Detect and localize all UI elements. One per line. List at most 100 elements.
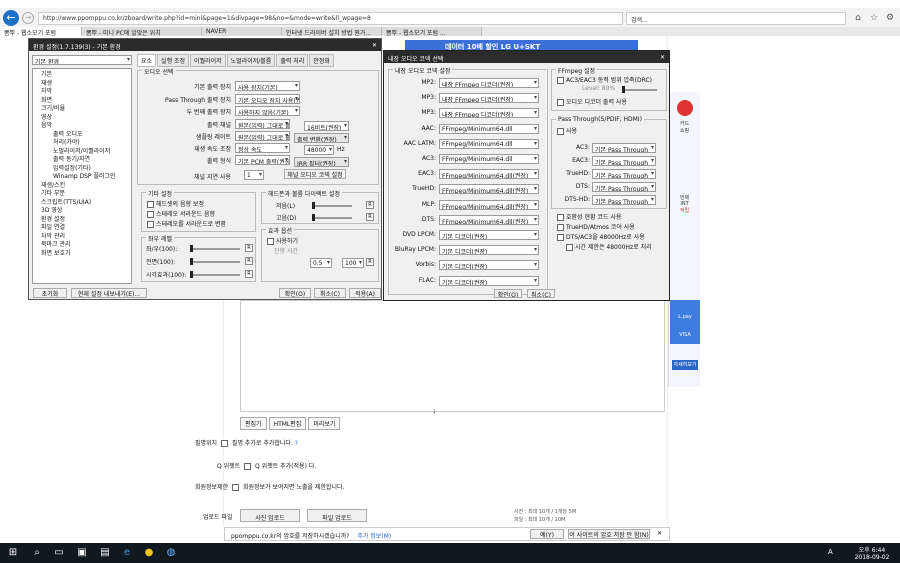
bass-reset-button[interactable]: R bbox=[366, 201, 374, 209]
browser-tab-2[interactable]: NAVER bbox=[202, 27, 282, 36]
decoder-row-select[interactable]: FFmpeg/Minimum64.dll bbox=[439, 123, 539, 134]
ffmpeg-level-slider[interactable] bbox=[622, 86, 657, 93]
task-view-icon[interactable]: ▭ bbox=[52, 546, 66, 560]
browser-tab-0[interactable]: 뽐뿌 - 웹소모기 포럼 bbox=[0, 27, 82, 36]
favorites-star-icon[interactable]: ☆ bbox=[868, 12, 880, 24]
setting-row-select[interactable]: 정상 속도 bbox=[235, 143, 290, 153]
decoder-row-select[interactable]: 기본 디코더(권장) bbox=[439, 245, 539, 256]
other-item-2[interactable]: 스테레오를 서라운드로 변환 bbox=[145, 219, 226, 228]
editor-tab-edit[interactable]: 편집기 bbox=[240, 417, 267, 430]
file-upload-button[interactable]: 파일 업로드 bbox=[307, 509, 367, 522]
bass-slider[interactable] bbox=[312, 202, 352, 209]
init-button[interactable]: 초기화 bbox=[33, 288, 67, 298]
rate-input[interactable]: 48000 bbox=[304, 145, 334, 155]
decoder-row-select[interactable]: 기본 디코더(권장) bbox=[439, 275, 539, 286]
decoder-row-select[interactable]: 기본 디코더(권장) bbox=[439, 230, 539, 240]
effect-value-b[interactable]: 100 bbox=[342, 258, 364, 268]
tree-item[interactable]: 재생/스킨 bbox=[35, 182, 129, 191]
browser-tab-3[interactable]: 인터넷 드라이버 설치 방법 뭔가... bbox=[282, 27, 382, 36]
level-reset-0[interactable]: R bbox=[245, 244, 253, 252]
tree-item[interactable]: 처리(가야) bbox=[35, 139, 129, 148]
browser-tab-1[interactable]: 뽐뿌 - 미니 PC에 알맞은 위치 bbox=[82, 27, 202, 36]
level-reset-2[interactable]: R bbox=[245, 270, 253, 278]
treble-reset-button[interactable]: R bbox=[366, 213, 374, 221]
settings-tab[interactable]: 출력 처리 bbox=[276, 54, 309, 67]
other-item-1[interactable]: 스테레오 서라운드 음향 bbox=[145, 209, 215, 218]
export-settings-button[interactable]: 현재 설정 내보내기(E)... bbox=[71, 288, 147, 298]
back-arrow-icon[interactable]: ← bbox=[3, 10, 19, 26]
editor-tab-html[interactable]: HTML편집 bbox=[268, 417, 307, 430]
decoder-row-select[interactable]: FFmpeg/Minimum64.dll(권장) bbox=[439, 199, 539, 210]
decoder-row-select[interactable]: FFmpeg/Minimum64.dll(권장) bbox=[439, 184, 539, 195]
ffmpeg-drc[interactable]: AC3/EAC3 동적 범위 압축(DRC) bbox=[555, 75, 652, 84]
tree-item[interactable]: 재생 bbox=[35, 80, 129, 89]
tree-item[interactable]: 크기/비율 bbox=[35, 105, 129, 114]
decoder-cancel-button[interactable]: 취소(C) bbox=[527, 289, 555, 298]
tree-item[interactable]: 음악 bbox=[35, 122, 129, 131]
lpay-card[interactable]: L.pay VISA bbox=[670, 300, 700, 344]
ime-lang[interactable]: A bbox=[828, 548, 833, 556]
channel-extra-select[interactable]: 출력 변환(권장) bbox=[294, 133, 349, 143]
ad-detail-button[interactable]: 자세히보기 > bbox=[672, 360, 698, 378]
tree-item[interactable]: 화면 보호기 bbox=[35, 250, 129, 259]
tree-item[interactable]: 기타 부분 bbox=[35, 190, 129, 199]
tree-item[interactable]: 북마크 관리 bbox=[35, 241, 129, 250]
option-3[interactable]: 시간 제한은 48000Hz로 처리 bbox=[564, 242, 652, 251]
player-icon[interactable]: ● bbox=[142, 546, 156, 560]
passthrough-row-select[interactable]: 기본 Pass Through bbox=[592, 182, 656, 192]
settings-tab[interactable]: 요소 bbox=[137, 54, 157, 67]
decoder-row-select[interactable]: FFmpeg/Minimum64.dll bbox=[439, 138, 539, 149]
decoder-row-select[interactable]: 내장 FFmpeg 디코더(권장) bbox=[439, 78, 539, 88]
forward-arrow-icon[interactable]: → bbox=[22, 12, 34, 24]
codec-setting-button[interactable]: 채널 오디오 코덱 설정 bbox=[284, 169, 346, 179]
play-extra-select[interactable]: IRR 필터(권장) bbox=[294, 157, 349, 167]
decoder-close-icon[interactable]: ✕ bbox=[660, 54, 665, 61]
option-2[interactable]: DTS/AC3을 48000Hz로 사용 bbox=[555, 232, 645, 241]
decoder-row-select[interactable]: 내장 FFmpeg 디코더(권장) bbox=[439, 93, 539, 104]
setting-row-select[interactable]: 원본(입력) 그대로 출력 bbox=[235, 131, 290, 141]
settings-tab[interactable]: 안정화 bbox=[309, 54, 334, 67]
tree-item[interactable]: 기본 bbox=[35, 71, 129, 80]
tree-item[interactable]: 출력 동기/지연 bbox=[35, 156, 129, 165]
search-icon[interactable]: ⌕ bbox=[30, 546, 44, 560]
clock[interactable]: 오후 6:44 2018-09-02 bbox=[850, 545, 894, 561]
decoder-row-select[interactable]: 기본 디코더(권장) bbox=[439, 260, 539, 271]
settings-tab[interactable]: 이퀄라이저 bbox=[190, 54, 226, 67]
level-slider-0[interactable] bbox=[190, 245, 240, 252]
setting-row-select[interactable]: 기본 PCM 출력(권장) bbox=[235, 155, 290, 165]
close-icon[interactable]: ✕ bbox=[372, 42, 377, 49]
info-close-icon[interactable]: ✕ bbox=[657, 530, 662, 537]
save-never-button[interactable]: 이 사이트의 암호 저장 안 함(N) bbox=[568, 529, 650, 539]
globe-icon[interactable]: ◍ bbox=[164, 546, 178, 560]
search-input[interactable]: 검색... bbox=[626, 12, 846, 25]
tree-item[interactable]: 노멀라이저/이퀄라이저 bbox=[35, 148, 129, 157]
explorer-icon[interactable]: ▤ bbox=[98, 546, 112, 560]
settings-tree[interactable]: 기본 재생 자막 화면 크기/비율 영상 음악 출력 오디오 처리(가야) 노멀라이저/이퀄라이저… bbox=[32, 68, 132, 284]
gear-icon[interactable]: ⚙ bbox=[884, 12, 896, 24]
anon-checkbox[interactable] bbox=[232, 484, 240, 491]
apply-button[interactable]: 적용(A) bbox=[349, 288, 381, 298]
setting-row-select[interactable]: 기본 오디오 장치 사용(권장) bbox=[235, 94, 300, 104]
tree-item[interactable]: 화면 bbox=[35, 97, 129, 106]
settings-tab[interactable]: 실행 조정 bbox=[157, 54, 190, 67]
windows-start-icon[interactable]: ⊞ bbox=[6, 546, 20, 560]
tree-item[interactable]: 자막 bbox=[35, 88, 129, 97]
treble-slider[interactable] bbox=[312, 214, 352, 221]
passthrough-use[interactable]: 사용 bbox=[555, 126, 577, 135]
decoder-row-select[interactable]: FFmpeg/Minimum64.dll(권장) bbox=[439, 169, 539, 180]
photo-upload-button[interactable]: 사진 업로드 bbox=[240, 509, 300, 522]
tree-item[interactable]: 스크립트(TTS/UIA) bbox=[35, 199, 129, 208]
ok-button[interactable]: 확인(O) bbox=[279, 288, 311, 298]
ffmpeg-output[interactable]: 오디오 디코더 출력 사용 bbox=[555, 97, 627, 106]
cancel-button[interactable]: 취소(C) bbox=[314, 288, 346, 298]
level-slider-1[interactable] bbox=[190, 258, 240, 265]
ie-icon[interactable]: e bbox=[120, 546, 134, 560]
tree-item[interactable]: 영상 bbox=[35, 114, 129, 123]
passthrough-row-select[interactable]: 기본 Pass Through bbox=[592, 143, 656, 153]
setting-row-select[interactable]: 원본(입력) 그대로 출력 bbox=[235, 119, 290, 129]
settings-tab[interactable]: 노멀라이저/볼륨 bbox=[226, 54, 276, 67]
help-icon[interactable]: ? bbox=[295, 440, 298, 447]
effect-use[interactable]: 사용하기 bbox=[265, 236, 298, 245]
resize-handle-icon[interactable]: ⇣ bbox=[432, 409, 436, 415]
editor-tab-preview[interactable]: 미리보기 bbox=[308, 417, 341, 430]
